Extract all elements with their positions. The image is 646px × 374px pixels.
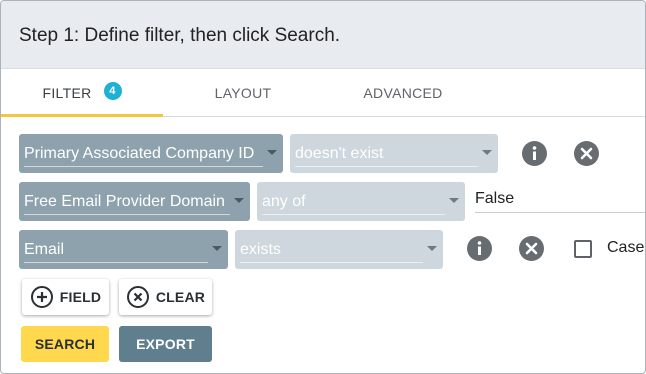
filter-2-operator-select[interactable]: any of (257, 182, 465, 221)
tab-filter[interactable]: FILTER 4 (1, 69, 163, 117)
filter-3-operator-select[interactable]: exists (235, 230, 443, 269)
chevron-down-icon (482, 150, 492, 155)
filter-panel: Step 1: Define filter, then click Search… (0, 0, 646, 374)
select-underline (24, 214, 230, 215)
remove-filter-icon[interactable] (519, 236, 544, 261)
select-underline (240, 262, 423, 263)
filter-2-field-value: Free Email Provider Domain (24, 192, 225, 210)
tab-advanced-label: ADVANCED (363, 85, 443, 101)
export-button[interactable]: EXPORT (119, 326, 212, 362)
filter-1-operator-select[interactable]: doesn't exist (290, 134, 498, 173)
case-sensitive-label: Case (607, 239, 645, 256)
info-icon[interactable] (522, 141, 547, 166)
filter-3-field-value: Email (24, 240, 65, 258)
tab-layout[interactable]: LAYOUT (173, 69, 313, 117)
chevron-down-icon (212, 246, 222, 251)
tab-advanced[interactable]: ADVANCED (331, 69, 475, 117)
chevron-down-icon (449, 198, 459, 203)
tab-filter-label: FILTER (42, 85, 92, 101)
filter-1-field-value: Primary Associated Company ID (24, 144, 255, 162)
select-underline (24, 166, 263, 167)
filter-count-badge: 4 (103, 82, 122, 100)
active-tab-indicator (1, 114, 163, 117)
info-icon[interactable] (467, 236, 492, 261)
chevron-down-icon (234, 198, 244, 203)
add-field-label: FIELD (59, 289, 102, 305)
filter-2-operator-value: any of (262, 192, 306, 210)
tab-bar: FILTER 4 LAYOUT ADVANCED (1, 69, 645, 117)
remove-filter-icon[interactable] (574, 141, 599, 166)
plus-circle-icon (30, 285, 54, 309)
filter-2-value-input[interactable]: False (475, 190, 514, 208)
clear-label: CLEAR (155, 289, 206, 305)
select-underline (295, 166, 478, 167)
add-field-button[interactable]: FIELD (22, 279, 109, 315)
chevron-down-icon (427, 246, 437, 251)
filter-3-operator-value: exists (240, 240, 281, 258)
filter-3-field-select[interactable]: Email (19, 230, 228, 269)
select-underline (262, 214, 445, 215)
step-title: Step 1: Define filter, then click Search… (19, 25, 341, 46)
export-button-label: EXPORT (136, 336, 195, 352)
search-button[interactable]: SEARCH (21, 326, 109, 362)
select-underline (24, 262, 208, 263)
clear-button[interactable]: CLEAR (119, 279, 212, 315)
tab-layout-label: LAYOUT (214, 85, 272, 101)
value-input-underline (475, 212, 645, 213)
filter-1-operator-value: doesn't exist (295, 144, 384, 162)
case-sensitive-checkbox[interactable] (574, 240, 592, 258)
search-button-label: SEARCH (34, 336, 96, 352)
x-circle-icon (126, 285, 150, 309)
filter-2-field-select[interactable]: Free Email Provider Domain (19, 182, 250, 221)
chevron-down-icon (267, 150, 277, 155)
filter-1-field-select[interactable]: Primary Associated Company ID (19, 134, 283, 173)
step-header: Step 1: Define filter, then click Search… (1, 1, 645, 69)
